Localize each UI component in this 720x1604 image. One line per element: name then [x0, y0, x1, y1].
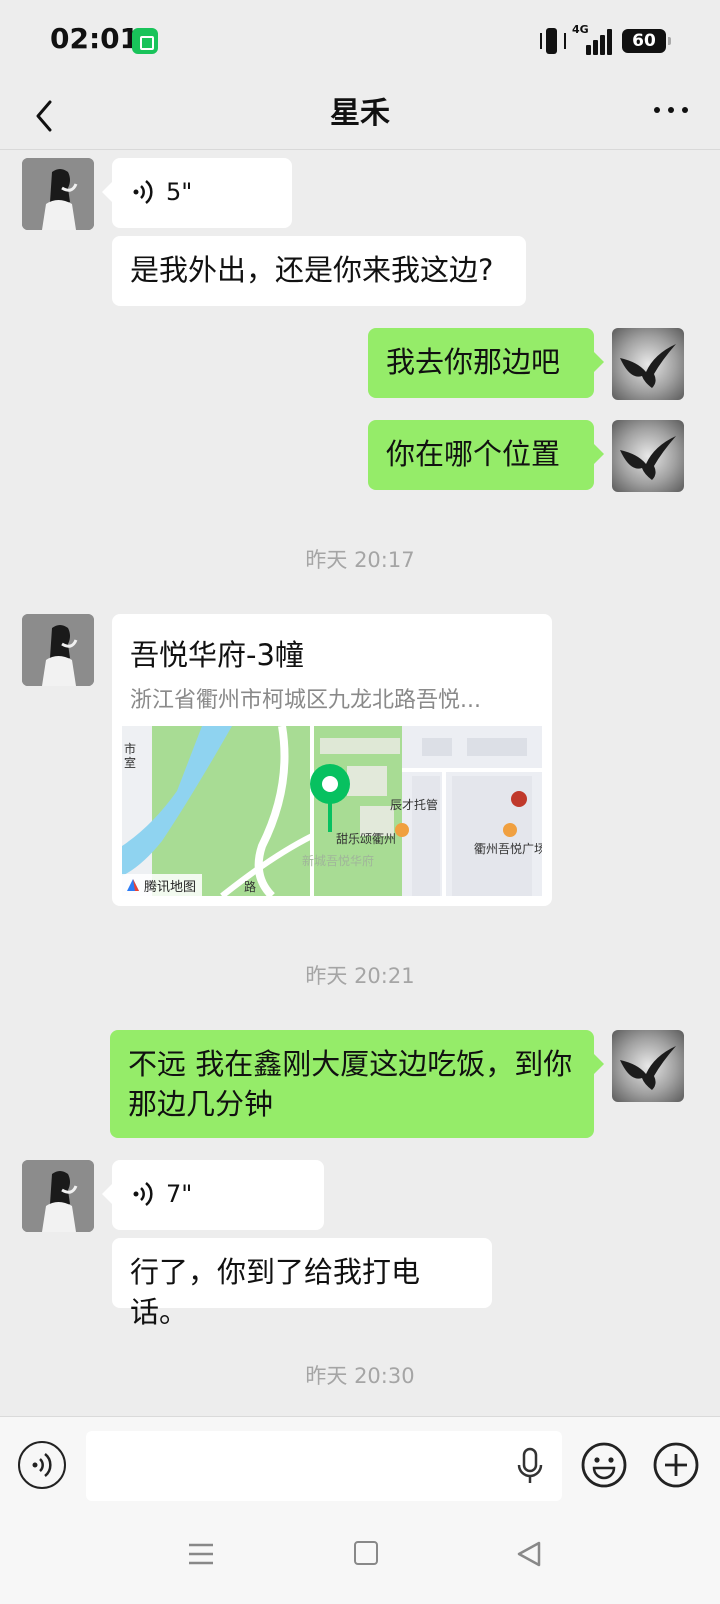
text-message-bubble[interactable]: 不远 我在鑫刚大厦这边吃饭，到你那边几分钟 [110, 1030, 604, 1138]
chat-header: 星禾 [0, 84, 720, 150]
message-text: 是我外出，还是你来我这边? [130, 253, 494, 287]
voice-wave-icon [133, 180, 153, 204]
smiley-icon[interactable] [580, 1441, 628, 1489]
bird-avatar-icon [620, 344, 676, 388]
voice-wave-icon [32, 1453, 52, 1477]
girl-avatar-icon [22, 614, 94, 686]
contact-avatar[interactable] [22, 1160, 94, 1232]
contact-avatar[interactable] [22, 614, 94, 686]
map-brand-label: 腾讯地图 [144, 879, 197, 895]
menu-icon[interactable] [188, 1542, 214, 1566]
message-input[interactable] [86, 1431, 562, 1501]
girl-avatar-icon [22, 1160, 94, 1232]
poi-marker-icon [503, 823, 517, 837]
contact-avatar[interactable] [22, 158, 94, 230]
voice-message-bubble[interactable]: 7" [102, 1160, 324, 1230]
map-brand: 腾讯地图 [122, 874, 203, 896]
status-bar: 02:01 4G 60 [0, 0, 720, 84]
system-navigation-bar [0, 1506, 720, 1604]
map-pin-icon [310, 764, 350, 832]
location-message-card[interactable]: 吾悦华府-3幢 浙江省衢州市柯城区九龙北路吾悦... 市 室 辰才托管 甜乐颂衢… [112, 614, 552, 906]
tencent-map-logo-icon [127, 879, 139, 891]
status-time: 02:01 [50, 22, 140, 55]
map-label: 路 [244, 880, 257, 894]
map-label: 衢州吾悦广场 [474, 842, 542, 856]
location-address: 浙江省衢州市柯城区九龙北路吾悦... [130, 688, 481, 713]
chat-title: 星禾 [330, 96, 390, 131]
map-label: 辰才托管 [390, 798, 439, 812]
my-avatar[interactable] [612, 328, 684, 400]
my-avatar[interactable] [612, 1030, 684, 1102]
message-timestamp: 昨天 20:30 [305, 1364, 415, 1388]
bird-avatar-icon [620, 1046, 676, 1090]
voice-duration: 7" [166, 1180, 193, 1208]
message-text: 不远 我在鑫刚大厦这边吃饭，到你那边几分钟 [128, 1047, 573, 1121]
message-timestamp: 昨天 20:21 [305, 964, 415, 988]
text-message-bubble[interactable]: 行了，你到了给我打电话。 [112, 1238, 492, 1329]
bird-avatar-icon [620, 436, 676, 480]
text-message-bubble[interactable]: 我去你那边吧 [368, 328, 604, 398]
girl-avatar-icon [22, 158, 94, 230]
text-message-bubble[interactable]: 是我外出，还是你来我这边? [112, 236, 526, 306]
voice-input-toggle-button[interactable] [18, 1441, 66, 1489]
location-map-preview[interactable]: 市 室 辰才托管 甜乐颂衢州 新城吾悦华府 衢州吾悦广场 路 腾讯地图 [122, 726, 542, 896]
my-avatar[interactable] [612, 420, 684, 492]
voice-duration: 5" [166, 178, 193, 206]
message-list[interactable]: 5" 是我外出，还是你来我这边? 我去你那边吧 你在哪个位置 昨天 20:17 … [0, 150, 720, 1415]
location-name: 吾悦华府-3幢 [130, 638, 304, 672]
text-message-bubble[interactable]: 你在哪个位置 [368, 420, 604, 490]
app-notification-icon [132, 28, 158, 54]
network-type-label: 4G [572, 23, 589, 36]
more-dots-icon[interactable] [652, 104, 690, 116]
battery-icon: 60 [622, 29, 671, 53]
message-text: 你在哪个位置 [386, 437, 561, 471]
microphone-icon[interactable] [516, 1447, 544, 1485]
voice-wave-icon [133, 1182, 153, 1206]
plus-circle-icon[interactable] [652, 1441, 700, 1489]
poi-marker-icon [395, 823, 409, 837]
map-label: 新城吾悦华府 [302, 854, 375, 868]
message-text: 行了，你到了给我打电话。 [130, 1255, 421, 1329]
status-indicators: 4G 60 [540, 23, 671, 56]
voice-message-bubble[interactable]: 5" [102, 158, 292, 228]
vibrate-icon [540, 28, 566, 54]
back-triangle-icon[interactable] [516, 1540, 542, 1568]
message-input-bar [0, 1416, 720, 1506]
poi-marker-icon [511, 791, 527, 807]
map-label: 室 [124, 756, 137, 770]
home-icon[interactable] [354, 1541, 378, 1565]
message-timestamp: 昨天 20:17 [305, 548, 415, 572]
message-text: 我去你那边吧 [386, 345, 561, 379]
signal-icon: 4G [572, 23, 612, 55]
